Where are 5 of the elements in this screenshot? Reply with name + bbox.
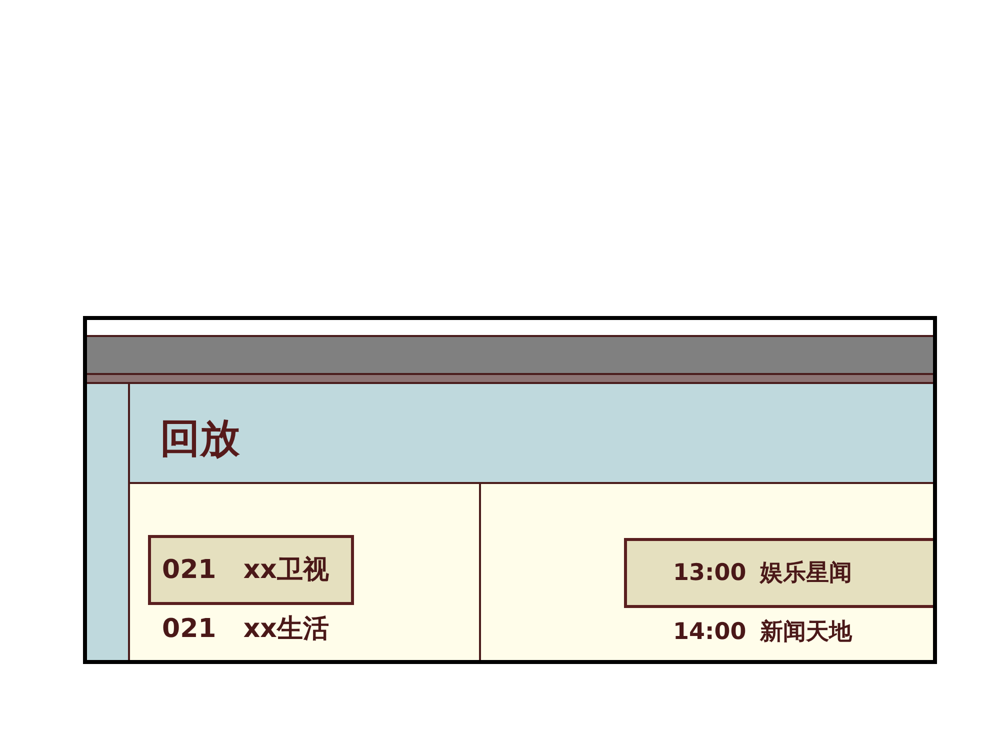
channel-item[interactable]: 021 xx生活 xyxy=(148,605,354,653)
page-title: 回放 xyxy=(160,417,240,461)
program-item[interactable]: 13:00 娱乐星闻 xyxy=(624,538,933,608)
channel-item[interactable]: 021 xx卫视 xyxy=(148,535,354,605)
program-item[interactable]: 14:00 新闻天地 xyxy=(624,608,933,656)
